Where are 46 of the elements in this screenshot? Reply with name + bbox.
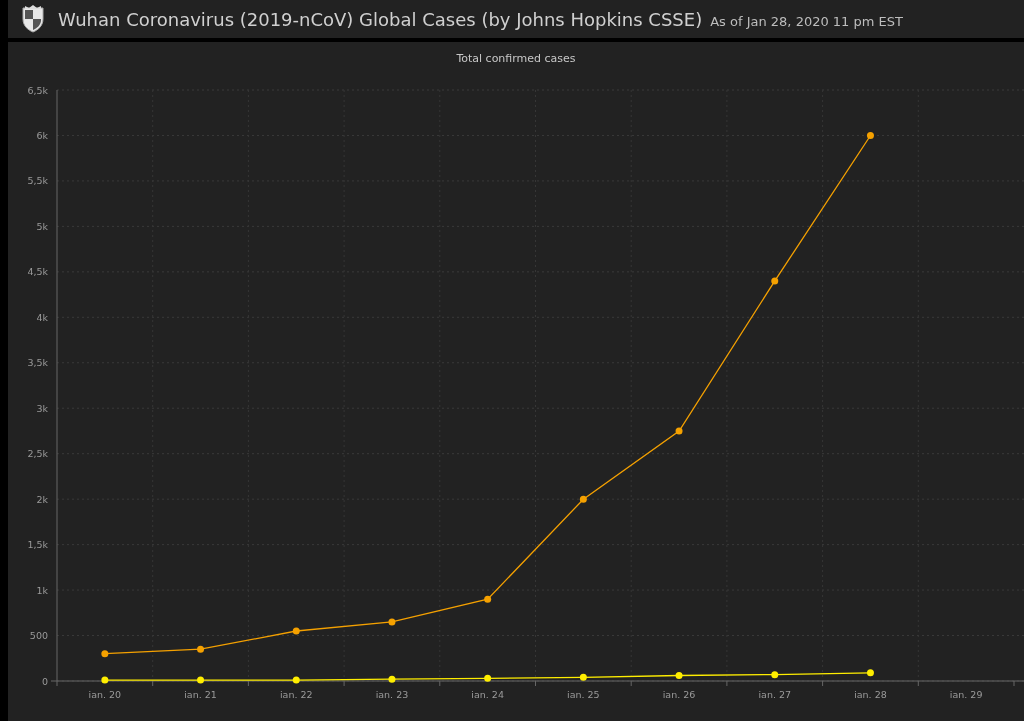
data-point <box>579 673 587 681</box>
data-point <box>675 427 683 435</box>
y-axis-label: 3k <box>36 402 48 414</box>
y-axis-label: 1k <box>36 584 48 596</box>
y-axis-label: 500 <box>29 630 48 642</box>
data-point <box>579 495 587 503</box>
x-axis-label: ian. 26 <box>662 689 696 700</box>
y-axis-label: 4k <box>36 311 48 323</box>
data-point <box>197 645 205 653</box>
y-axis-label: 5k <box>36 220 48 232</box>
y-axis-label: 6,5k <box>27 84 48 96</box>
y-axis-label: 3,5k <box>27 357 48 369</box>
data-point <box>866 131 874 139</box>
y-axis-label: 0 <box>41 675 48 687</box>
data-point <box>771 277 779 285</box>
x-axis-label: ian. 28 <box>854 689 887 700</box>
data-point <box>771 671 779 679</box>
data-point <box>292 676 300 684</box>
x-axis-label: ian. 21 <box>184 689 217 700</box>
data-point <box>866 669 874 677</box>
dashboard-title: Wuhan Coronavirus (2019-nCoV) Global Cases (by Johns Hopkins CSSE) <box>58 8 703 30</box>
chart-title: Total confirmed cases <box>456 52 576 65</box>
x-axis-label: ian. 22 <box>279 689 313 700</box>
data-point <box>484 674 492 682</box>
y-axis-label: 1,5k <box>27 539 48 551</box>
y-axis-label: 2,5k <box>27 448 48 460</box>
data-point <box>388 618 396 626</box>
x-axis-label: ian. 23 <box>375 689 409 700</box>
shield-logo-icon <box>20 5 46 33</box>
y-axis-label: 2k <box>36 493 48 505</box>
x-axis-label: ian. 29 <box>949 689 983 700</box>
update-time: As of Jan 28, 2020 11 pm EST <box>710 13 903 29</box>
x-axis-label: ian. 20 <box>88 689 122 700</box>
x-axis-label: ian. 24 <box>471 689 504 700</box>
y-axis-label: 4,5k <box>27 266 48 278</box>
data-point <box>197 676 205 684</box>
x-axis-label: ian. 25 <box>567 689 600 700</box>
data-point <box>101 676 109 684</box>
data-point <box>484 595 492 603</box>
data-point <box>292 627 300 635</box>
data-point <box>388 675 396 683</box>
x-axis-label: ian. 27 <box>758 689 792 700</box>
data-point <box>101 650 109 658</box>
data-point <box>675 672 683 680</box>
y-axis-label: 5,5k <box>27 175 48 187</box>
y-axis-label: 6k <box>36 129 48 141</box>
